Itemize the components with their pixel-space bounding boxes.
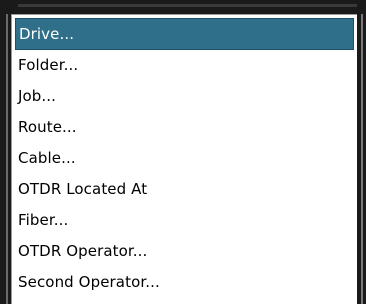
menu-item-drive[interactable]: Drive...: [15, 18, 354, 50]
left-frame-highlight: [6, 14, 8, 304]
menu-item-job[interactable]: Job...: [12, 81, 357, 112]
menu-item-fiber[interactable]: Fiber...: [12, 205, 357, 236]
menu-item-cable[interactable]: Cable...: [12, 143, 357, 174]
top-frame: [0, 0, 366, 14]
right-frame-highlight: [361, 14, 363, 304]
menu-item-otdr-located-at[interactable]: OTDR Located At: [12, 174, 357, 205]
top-frame-highlight: [18, 4, 366, 7]
menu-item-folder[interactable]: Folder...: [12, 50, 357, 81]
menu-list: Drive... Folder... Job... Route... Cable…: [11, 14, 357, 304]
menu-item-route[interactable]: Route...: [12, 112, 357, 143]
left-frame: [0, 0, 11, 304]
menu-item-otdr-operator[interactable]: OTDR Operator...: [12, 236, 357, 267]
dropdown-menu-window: Drive... Folder... Job... Route... Cable…: [0, 0, 366, 304]
right-frame: [357, 0, 366, 304]
menu-item-second-operator[interactable]: Second Operator...: [12, 267, 357, 298]
